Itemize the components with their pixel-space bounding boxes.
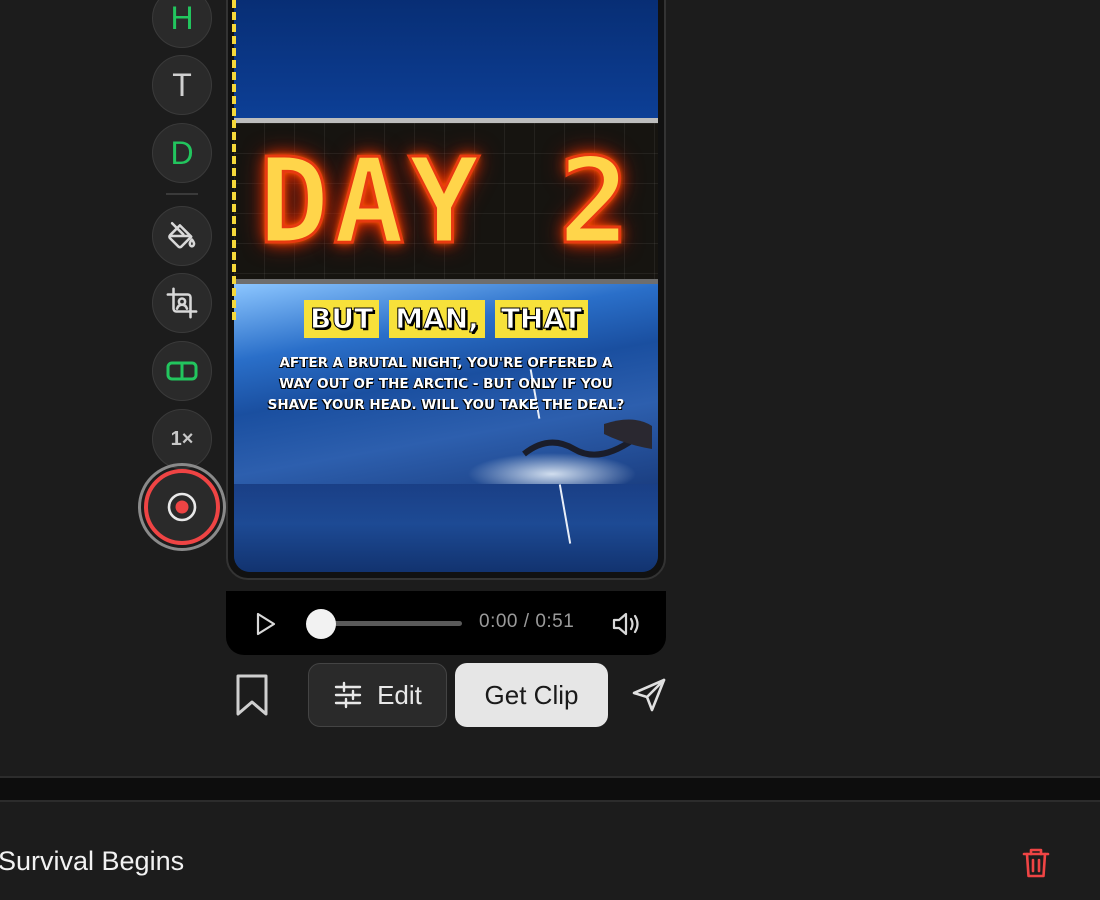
bookmark-icon[interactable]	[232, 672, 272, 718]
video-player-controls: 0:00 / 0:51	[226, 591, 666, 655]
caption-word: THAT	[494, 300, 588, 338]
fill-tool-button[interactable]	[152, 206, 212, 266]
play-icon[interactable]	[250, 609, 280, 639]
volume-icon[interactable]	[610, 609, 642, 639]
trash-icon[interactable]	[1020, 846, 1052, 880]
video-sky	[234, 0, 658, 118]
send-icon[interactable]	[630, 677, 668, 713]
playback-time: 0:00 / 0:51	[479, 611, 575, 632]
caption-word: BUT	[304, 300, 380, 338]
record-icon	[167, 492, 197, 522]
snow-foreground	[234, 484, 658, 572]
video-preview[interactable]: DAY 2 BUT MAN, THAT AFTER A BRUTAL NIGHT…	[226, 0, 666, 580]
heading-icon: H	[170, 0, 194, 36]
video-frame: DAY 2 BUT MAN, THAT AFTER A BRUTAL NIGHT…	[234, 0, 658, 572]
get-clip-button[interactable]: Get Clip	[455, 663, 608, 727]
caption-highlight-words: BUT MAN, THAT	[234, 300, 658, 338]
layout-tool-button[interactable]	[152, 341, 212, 401]
record-button[interactable]	[144, 469, 220, 545]
sliders-icon	[334, 681, 362, 709]
caption-word: MAN,	[389, 300, 485, 338]
trim-marker[interactable]	[232, 0, 244, 320]
seek-thumb[interactable]	[306, 609, 336, 639]
day-overlay-text: DAY 2	[257, 131, 634, 272]
record-button-ring[interactable]	[138, 463, 226, 551]
edit-button[interactable]: Edit	[308, 663, 447, 727]
text-tool-button[interactable]: T	[152, 55, 212, 115]
clip-title: Survival Begins	[0, 846, 185, 876]
d-icon: D	[170, 135, 194, 171]
heading-tool-button[interactable]: H	[152, 0, 212, 48]
clip-editor: H T D 1× DAY 2 BUT MAN, THAT AFTER A BRU…	[0, 0, 1100, 900]
text-icon: T	[172, 67, 192, 103]
layout-split-icon	[166, 361, 198, 381]
day-banner: DAY 2	[234, 118, 658, 284]
crop-icon	[166, 287, 198, 319]
video-caption: AFTER A BRUTAL NIGHT, YOU'RE OFFERED A W…	[267, 355, 625, 413]
crop-tool-button[interactable]	[152, 273, 212, 333]
get-clip-label: Get Clip	[484, 679, 579, 710]
toolbar-divider	[166, 193, 198, 195]
speed-label: 1×	[170, 427, 194, 450]
section-divider	[0, 776, 1100, 802]
d-tool-button[interactable]: D	[152, 123, 212, 183]
edit-button-label: Edit	[377, 679, 422, 710]
speed-button[interactable]: 1×	[152, 409, 212, 469]
paint-bucket-icon	[168, 221, 196, 249]
